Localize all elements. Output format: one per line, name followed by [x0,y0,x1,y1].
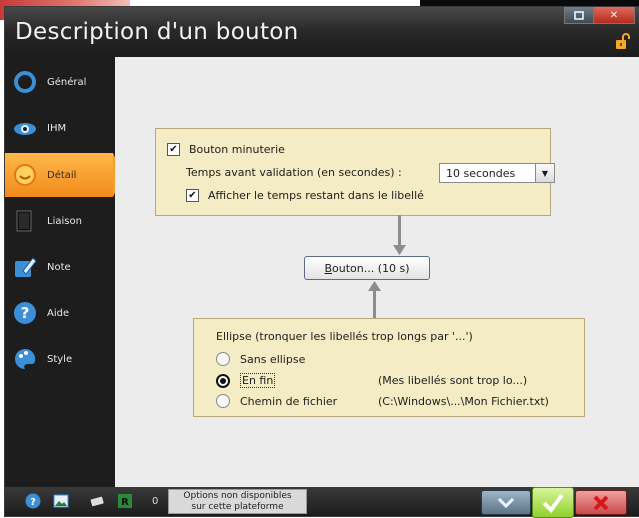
close-icon: ✕ [609,9,619,21]
radio-button[interactable] [216,394,230,408]
close-icon [593,495,609,510]
radio-sans-ellipse[interactable]: Sans ellipse [216,352,305,366]
sidebar-item-label: Liaison [47,215,82,227]
platform-note: Options non disponibles sur cette platef… [168,489,307,514]
sidebar-item-label: Général [47,76,87,88]
example-chemin-fichier: (C:\Windows\...\Mon Fichier.txt) [378,395,549,408]
radio-button[interactable] [216,373,230,388]
ellipsis-group-title: Ellipse (tronquer les libellés trop long… [216,330,473,343]
preview-button[interactable]: Bouton... (10 s) [304,256,430,280]
image-icon[interactable] [53,493,69,509]
delay-select[interactable]: 10 secondes ▼ [439,163,555,183]
sidebar-item-label: Aide [47,307,70,319]
pencil-note-icon [13,255,37,279]
timer-group: ✔ Bouton minuterie Temps avant validatio… [155,128,555,216]
show-remaining-row[interactable]: ✔ Afficher le temps restant dans le libe… [186,189,424,202]
radio-label: Chemin de fichier [240,394,338,408]
sidebar-item-aide[interactable]: ? Aide [5,291,113,335]
example-text: (Mes libellés sont trop lo...) [378,374,527,387]
sidebar-item-label: Note [47,261,71,273]
sidebar-item-label: IHM [47,122,67,134]
eye-icon [13,116,37,140]
count-badge: 0 [152,496,159,507]
radio-button[interactable] [216,352,230,366]
cancel-button[interactable] [575,490,627,515]
radio-en-fin[interactable]: En fin [216,373,276,388]
maximize-button[interactable] [564,7,594,24]
ellipsis-title-row: Ellipse (tronquer les libellés trop long… [216,330,473,343]
sidebar: Général IHM Détail Liaison Note ? Aide S… [5,57,123,487]
title-bar: Description d'un bouton ✕ [5,7,639,57]
sidebar-item-label: Détail [47,169,77,181]
maximize-icon [574,10,584,20]
main-panel: ✔ Bouton minuterie Temps avant validatio… [115,57,639,487]
radio-label: En fin [240,373,276,388]
radio-label: Sans ellipse [240,352,306,366]
dialog-window: Description d'un bouton ✕ Général IHM Dé… [4,6,639,518]
chevron-down-icon[interactable]: ▼ [535,164,554,182]
svg-text:?: ? [30,497,36,508]
sidebar-item-style[interactable]: Style [5,337,113,381]
circle-icon [13,70,37,94]
timer-checkbox[interactable]: ✔ [167,143,180,156]
sidebar-item-liaison[interactable]: Liaison [5,199,113,243]
sidebar-item-general[interactable]: Général [5,60,113,104]
sidebar-item-label: Style [47,353,73,365]
delay-label-row: Temps avant validation (en secondes) : [186,166,402,179]
delay-select-value: 10 secondes [446,166,516,180]
question-icon: ? [13,301,37,325]
checkmark-icon [542,493,564,513]
sidebar-item-detail[interactable]: Détail [5,153,123,197]
chevron-down-icon [498,497,514,508]
show-remaining-checkbox[interactable]: ✔ [186,189,199,202]
platform-note-line2: sur cette plateforme [191,502,284,512]
bottom-bar: ? R 0 Options non disponibles sur cette … [5,487,639,518]
sidebar-item-ihm[interactable]: IHM [5,106,113,150]
example-en-fin: (Mes libellés sont trop lo...) [378,374,528,387]
platform-note-line1: Options non disponibles [183,491,292,501]
show-remaining-label: Afficher le temps restant dans le libell… [208,189,424,202]
delay-label: Temps avant validation (en secondes) : [186,166,402,179]
smiley-icon [13,163,37,187]
report-icon[interactable]: R [117,493,133,509]
eraser-icon[interactable] [89,493,105,509]
dropdown-button[interactable] [481,490,531,515]
connector-line-bottom [373,290,376,318]
svg-text:R: R [121,497,129,508]
timer-checkbox-label: Bouton minuterie [189,143,285,156]
preview-button-label: outon... (10 s) [332,261,410,275]
help-icon[interactable]: ? [25,493,41,509]
sidebar-item-note[interactable]: Note [5,245,113,289]
example-text: (C:\Windows\...\Mon Fichier.txt) [378,395,549,408]
window-title: Description d'un bouton [15,19,299,45]
svg-text:?: ? [21,304,30,322]
ok-button[interactable] [532,487,574,518]
ellipsis-group: Ellipse (tronquer les libellés trop long… [193,318,585,417]
close-button[interactable]: ✕ [593,7,635,24]
unlock-icon[interactable] [616,33,630,49]
palette-icon [13,347,37,371]
radio-chemin-fichier[interactable]: Chemin de fichier [216,394,337,408]
arrow-down-icon [393,245,406,255]
preview-button-mnemonic: B [324,261,333,275]
timer-checkbox-row[interactable]: ✔ Bouton minuterie [167,143,285,156]
document-icon [13,209,37,233]
